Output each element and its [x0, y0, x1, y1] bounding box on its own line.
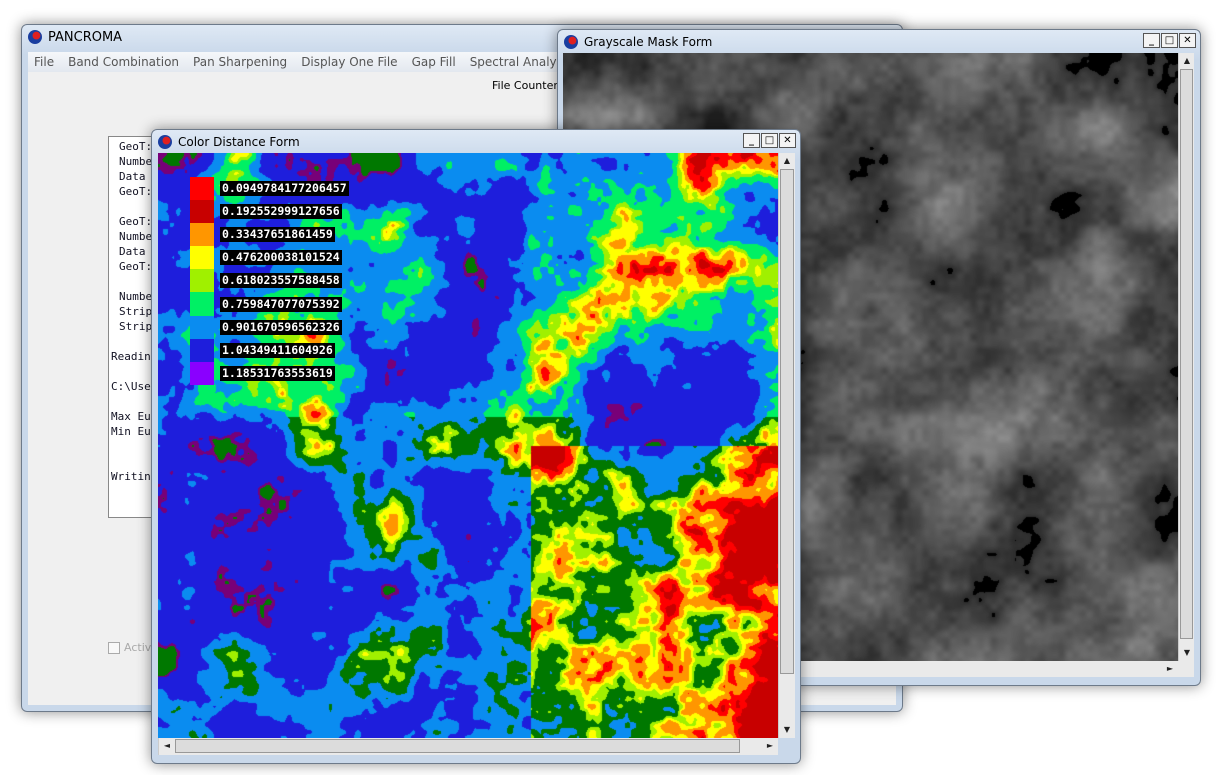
- legend-entry: 1.18531763553619: [190, 361, 349, 385]
- legend-swatch: [190, 177, 214, 201]
- scroll-right-icon[interactable]: ►: [762, 738, 778, 754]
- legend-entry: 0.901670596562326: [190, 315, 349, 339]
- minimize-button[interactable]: _: [1143, 33, 1160, 48]
- menu-item-file[interactable]: File: [34, 55, 54, 69]
- legend-value: 0.192552999127656: [220, 204, 342, 220]
- horizontal-scrollbar[interactable]: ◄ ►: [158, 738, 778, 755]
- legend-entry: 0.759847077075392: [190, 292, 349, 316]
- scroll-thumb[interactable]: [175, 739, 740, 753]
- color-distance-window: Color Distance Form _ □ ✕ 0.09497841772064…: [151, 129, 801, 764]
- app-icon: [28, 30, 42, 44]
- scroll-thumb[interactable]: [1180, 69, 1193, 639]
- window-title: Color Distance Form: [178, 135, 300, 149]
- legend-swatch: [190, 200, 214, 224]
- legend-value: 1.04349411604926: [220, 342, 335, 358]
- legend-value: 0.901670596562326: [220, 319, 342, 335]
- legend-entry: 1.04349411604926: [190, 338, 349, 362]
- legend-swatch: [190, 315, 214, 339]
- vertical-scrollbar[interactable]: ▲ ▼: [1178, 53, 1194, 661]
- legend-entry: 0.618023557588458: [190, 269, 349, 293]
- window-title: Grayscale Mask Form: [584, 35, 713, 49]
- legend-value: 1.18531763553619: [220, 365, 335, 381]
- legend-swatch: [190, 223, 214, 247]
- file-counter-label: File Counter: [492, 79, 558, 92]
- scroll-right-icon[interactable]: ►: [1162, 661, 1178, 677]
- close-button[interactable]: ✕: [1179, 33, 1196, 48]
- scroll-down-icon[interactable]: ▼: [1179, 645, 1195, 661]
- scroll-up-icon[interactable]: ▲: [779, 153, 795, 169]
- legend-entry: 0.476200038101524: [190, 246, 349, 270]
- legend-entry: 0.192552999127656: [190, 200, 349, 224]
- menu-item-pan-sharpening[interactable]: Pan Sharpening: [193, 55, 287, 69]
- legend-swatch: [190, 292, 214, 316]
- scroll-down-icon[interactable]: ▼: [779, 722, 795, 738]
- legend-value: 0.33437651861459: [220, 227, 335, 243]
- scroll-up-icon[interactable]: ▲: [1179, 53, 1195, 69]
- menu-item-band-combination[interactable]: Band Combination: [68, 55, 179, 69]
- maximize-button[interactable]: □: [761, 133, 778, 148]
- title-bar[interactable]: Color Distance Form _ □ ✕: [152, 130, 800, 154]
- active-checkbox[interactable]: Activ: [108, 641, 151, 654]
- vertical-scrollbar[interactable]: ▲ ▼: [778, 153, 795, 738]
- scroll-left-icon[interactable]: ◄: [159, 738, 175, 754]
- legend-value: 0.0949784177206457: [220, 181, 349, 197]
- legend-swatch: [190, 361, 214, 385]
- maximize-button[interactable]: □: [1161, 33, 1178, 48]
- legend-value: 0.476200038101524: [220, 250, 342, 266]
- legend-value: 0.618023557588458: [220, 273, 342, 289]
- legend-swatch: [190, 246, 214, 270]
- minimize-button[interactable]: _: [743, 133, 760, 148]
- scroll-thumb[interactable]: [780, 169, 794, 674]
- title-bar[interactable]: Grayscale Mask Form _ □ ✕: [558, 30, 1200, 54]
- color-legend: 0.0949784177206457 0.192552999127656 0.334…: [190, 177, 349, 385]
- app-icon: [564, 35, 578, 49]
- legend-swatch: [190, 338, 214, 362]
- menu-item-gap-fill[interactable]: Gap Fill: [412, 55, 456, 69]
- menu-item-display-one-file[interactable]: Display One File: [301, 55, 397, 69]
- legend-value: 0.759847077075392: [220, 296, 342, 312]
- app-icon: [158, 135, 172, 149]
- close-button[interactable]: ✕: [779, 133, 796, 148]
- checkbox-box[interactable]: [108, 641, 120, 654]
- legend-entry: 0.0949784177206457: [190, 177, 349, 201]
- checkbox-label: Activ: [124, 641, 152, 654]
- legend-entry: 0.33437651861459: [190, 223, 349, 247]
- legend-swatch: [190, 269, 214, 293]
- window-title: PANCROMA: [48, 29, 123, 45]
